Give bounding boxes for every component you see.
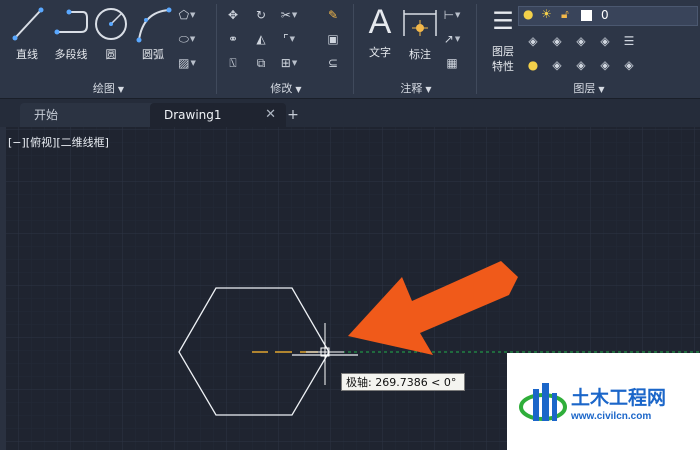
offset-icon: ⊆: [327, 56, 339, 70]
layer-tool-5[interactable]: ☰: [618, 32, 640, 50]
civilcn-logo-icon: [519, 383, 567, 421]
array-tool-button[interactable]: ⊞ ▼: [278, 54, 300, 72]
modify-panel: ✥ ↻ ✂ ▼ ✎ ⚭ ◭ ⌜ ▼ ▣ ⍂ ⧉ ⊞ ▼ ⊆ 修改 ▼: [218, 0, 354, 98]
close-tab-icon[interactable]: ✕: [265, 103, 276, 127]
ellipse-icon: ⬭: [178, 31, 189, 46]
layer-tool-1[interactable]: ◈: [522, 32, 544, 50]
layer-tool-9[interactable]: ◈: [594, 56, 616, 74]
rotate-tool-button[interactable]: ↻: [250, 6, 272, 24]
add-tab-button[interactable]: +: [285, 107, 301, 123]
circle-icon: [95, 8, 127, 40]
mirror-icon: ◭: [256, 32, 266, 46]
arc-tool-button[interactable]: 圆弧: [130, 4, 176, 64]
circle-label: 圆: [105, 48, 117, 61]
layer-color-swatch: [581, 10, 592, 21]
fillet-icon: ⌜: [282, 32, 289, 46]
viewport-controls-label[interactable]: [−][俯视][二维线框]: [8, 134, 109, 150]
table-icon: ▦: [446, 56, 458, 70]
trim-tool-button[interactable]: ✂ ▼: [278, 6, 300, 24]
layers-panel-title[interactable]: 图层 ▼: [478, 80, 700, 96]
eraser-icon: ✎: [327, 8, 339, 22]
scissors-icon: ✂: [280, 8, 291, 22]
leader-icon: ↗: [443, 32, 454, 46]
annotation-panel: A 文字 标注 ⊢ ▼ ↗ ▼ ▦ 注释 ▼: [355, 0, 477, 98]
modify-panel-title[interactable]: 修改 ▼: [218, 80, 354, 96]
table-tool-button[interactable]: ▦: [441, 54, 463, 72]
circle-tool-button[interactable]: 圆: [88, 4, 134, 64]
layer-tool-10[interactable]: ◈: [618, 56, 640, 74]
dimension-label: 标注: [409, 48, 431, 61]
layer-stack2-icon: ☰: [623, 34, 635, 48]
ellipse-tool-button[interactable]: ⬭ ▼: [176, 30, 198, 48]
layer-tool-6[interactable]: ●: [522, 56, 544, 74]
tab-drawing1[interactable]: Drawing1 ✕: [150, 103, 286, 127]
layer-lock-icon: ◈: [600, 34, 610, 48]
stretch-icon: ⍂: [229, 55, 237, 70]
line-label: 直线: [16, 48, 38, 61]
document-tabbar: 开始 Drawing1 ✕ +: [0, 99, 700, 127]
layers-panel: ☰ 图层 特性 ● ☀ 🔓︎ 0 ◈ ◈ ◈ ◈ ☰ ● ◈ ◈ ◈ ◈ 图层 ▼: [478, 0, 700, 98]
offset-tool-button[interactable]: ⊆: [322, 54, 344, 72]
layer-properties-label-1: 图层: [492, 45, 514, 58]
layer-merge-icon: ◈: [576, 58, 586, 72]
linear-dim-icon: ⊢: [443, 8, 455, 22]
stretch-tool-button[interactable]: ⍂: [222, 54, 244, 72]
layer-on-icon: ◈: [528, 34, 538, 48]
ribbon: 直线 多段线 圆 圆弧 ⬠ ▼ ⬭ ▼ ▨ ▼ 绘图 ▼ ✥ ↻ ✂ ▼ ✎ ⚭ ◭ ⌜ ▼…: [0, 0, 700, 99]
layer-bulb-icon: ●: [527, 58, 539, 72]
mirror-tool-button[interactable]: ◭: [250, 30, 272, 48]
layer-tool-7[interactable]: ◈: [546, 56, 568, 74]
fillet-tool-button[interactable]: ⌜ ▼: [278, 30, 300, 48]
dimension-tool-button[interactable]: 标注: [397, 4, 443, 64]
sun-icon: ☀: [541, 7, 552, 21]
array-icon: ⊞: [280, 56, 291, 70]
dimension-icon: [403, 10, 437, 36]
watermark-url: www.civilcn.com: [571, 411, 652, 422]
rotate-icon: ↻: [255, 8, 267, 22]
3d-box-tool-button[interactable]: ▣: [322, 30, 344, 48]
layer-tool-3[interactable]: ◈: [570, 32, 592, 50]
line-icon: [12, 7, 44, 41]
scale-tool-button[interactable]: ⧉: [250, 54, 272, 72]
move-tool-button[interactable]: ✥: [222, 6, 244, 24]
current-layer-name: 0: [601, 8, 609, 22]
draw-panel: 直线 多段线 圆 圆弧 ⬠ ▼ ⬭ ▼ ▨ ▼ 绘图 ▼: [0, 0, 217, 98]
layer-tool-2[interactable]: ◈: [546, 32, 568, 50]
hatch-tool-button[interactable]: ▨ ▼: [176, 54, 198, 72]
pentagon-icon: ⬠: [178, 8, 190, 22]
scale-icon: ⧉: [256, 55, 266, 70]
linear-dimension-button[interactable]: ⊢ ▼: [441, 6, 463, 24]
line-tool-button[interactable]: 直线: [4, 4, 50, 64]
annotation-panel-title[interactable]: 注释 ▼: [355, 80, 477, 96]
layer-walk-icon: ◈: [624, 58, 634, 72]
watermark-title: 土木工程网: [571, 388, 667, 409]
tab-start[interactable]: 开始: [20, 103, 162, 127]
watermark-logo: 土木工程网 www.civilcn.com: [507, 353, 700, 450]
erase-tool-button[interactable]: ✎: [322, 6, 344, 24]
left-edge-strip: [0, 127, 6, 450]
arc-icon: [136, 7, 172, 43]
draw-panel-title[interactable]: 绘图 ▼: [0, 80, 217, 96]
layer-dropdown[interactable]: ● ☀ 🔓︎ 0: [518, 6, 698, 26]
layer-properties-label-2: 特性: [492, 60, 514, 73]
layer-unlock-icon: ◈: [600, 58, 610, 72]
cube-icon: ▣: [327, 32, 339, 46]
layer-tool-8[interactable]: ◈: [570, 56, 592, 74]
copy-tool-button[interactable]: ⚭: [222, 30, 244, 48]
move-icon: ✥: [227, 8, 239, 22]
polygon-tool-button[interactable]: ⬠ ▼: [176, 6, 198, 24]
layer-tool-4[interactable]: ◈: [594, 32, 616, 50]
leader-tool-button[interactable]: ↗ ▼: [441, 30, 463, 48]
hatch-icon: ▨: [178, 56, 190, 70]
unlock-icon: 🔓︎: [561, 7, 569, 21]
layer-copy-icon: ◈: [552, 58, 562, 72]
lightbulb-icon: ●: [523, 7, 534, 21]
layer-freeze-icon: ◈: [576, 34, 586, 48]
polyline-icon: [54, 9, 88, 35]
layer-isolate-icon: ◈: [552, 34, 562, 48]
arc-label: 圆弧: [142, 48, 164, 61]
copy-icon: ⚭: [227, 32, 239, 46]
polar-tooltip: 极轴: 269.7386 < 0°: [341, 373, 465, 391]
